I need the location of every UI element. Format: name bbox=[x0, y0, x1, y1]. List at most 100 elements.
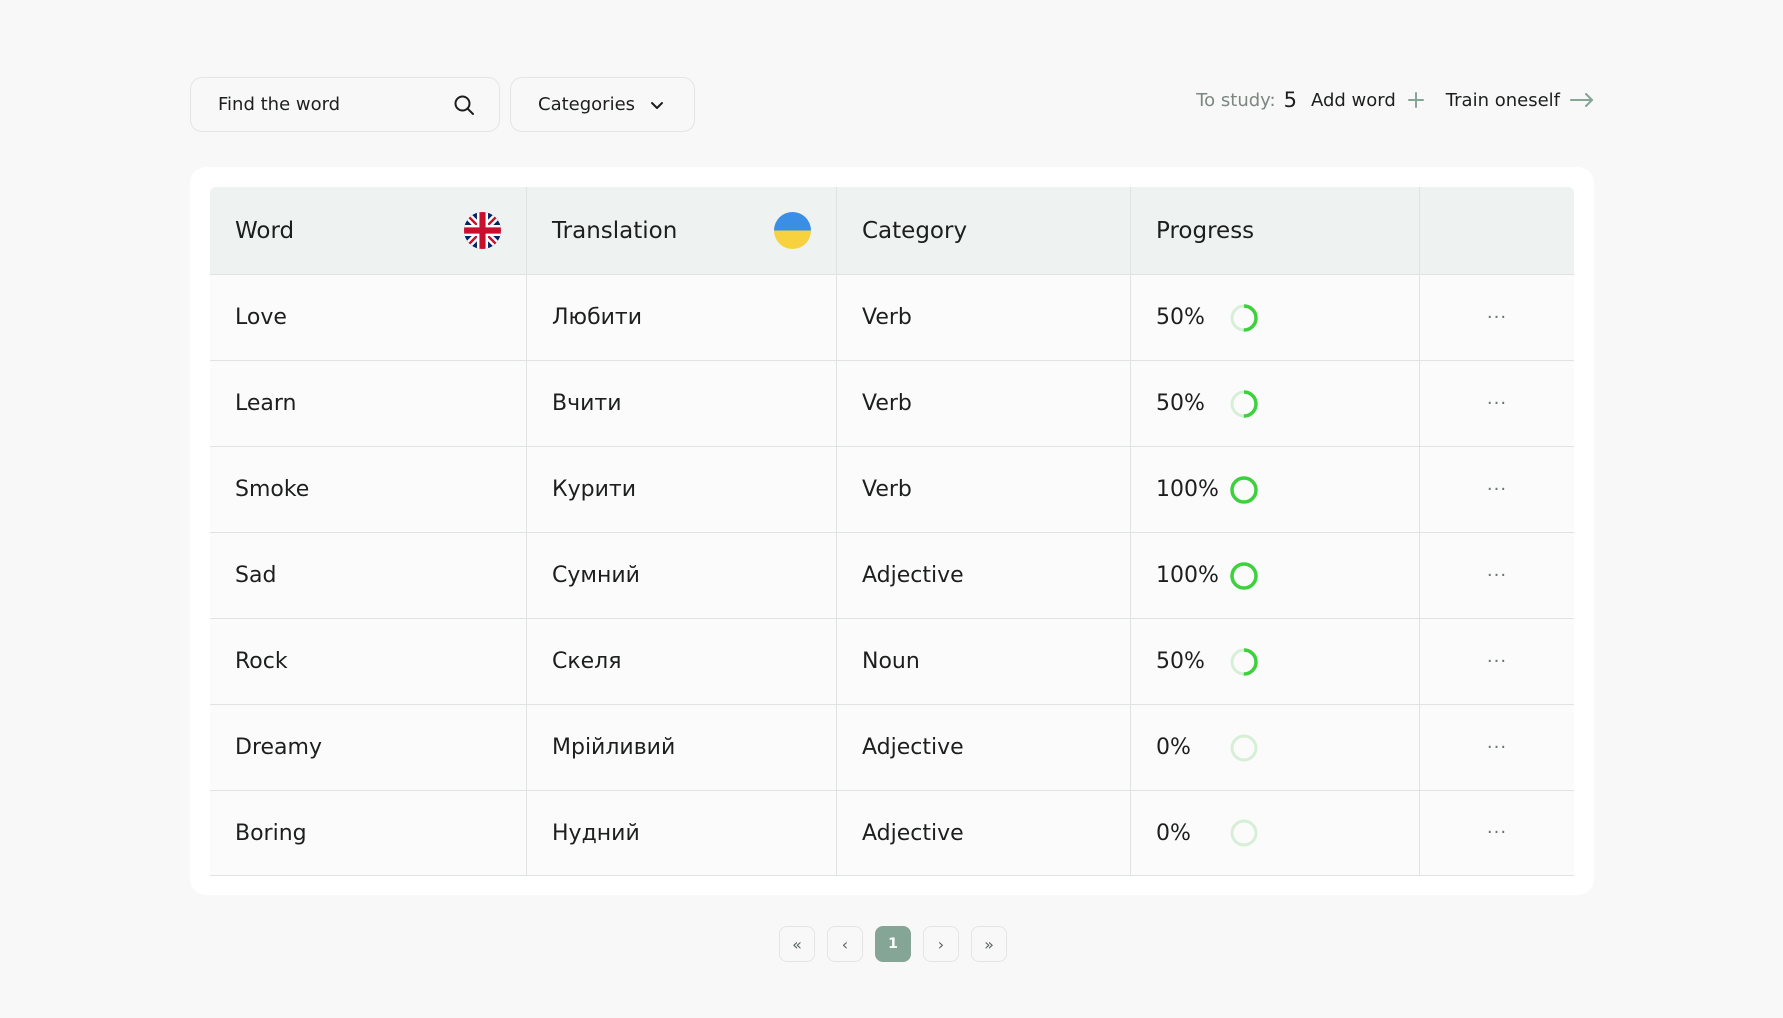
category-cell: Verb bbox=[837, 275, 1131, 360]
progress-percent: 50% bbox=[1156, 649, 1205, 674]
progress-percent: 50% bbox=[1156, 305, 1205, 330]
translation-cell: Вчити bbox=[527, 361, 837, 446]
category-cell: Verb bbox=[837, 361, 1131, 446]
progress-ring-icon bbox=[1229, 818, 1259, 848]
add-word-button[interactable]: Add word bbox=[1311, 90, 1424, 111]
progress-percent: 100% bbox=[1156, 563, 1219, 588]
translation-cell: Скеля bbox=[527, 619, 837, 704]
progress-ring-icon bbox=[1229, 647, 1259, 677]
categories-dropdown[interactable]: Categories bbox=[510, 77, 695, 132]
actions-cell: ··· bbox=[1420, 533, 1574, 618]
column-header-progress: Progress bbox=[1131, 187, 1420, 274]
words-card: Word Translation Category Progress Love … bbox=[190, 167, 1594, 895]
page: Categories To study: 5 Add word bbox=[0, 0, 1783, 1018]
category-cell: Adjective bbox=[837, 791, 1131, 875]
category-cell: Verb bbox=[837, 447, 1131, 532]
toolbar: Categories To study: 5 Add word bbox=[190, 77, 1594, 132]
table-row: Boring Нудний Adjective 0% ··· bbox=[210, 790, 1574, 876]
actions-cell: ··· bbox=[1420, 791, 1574, 875]
actions-cell: ··· bbox=[1420, 361, 1574, 446]
progress-cell: 0% bbox=[1131, 705, 1420, 790]
actions-cell: ··· bbox=[1420, 619, 1574, 704]
progress-ring-icon bbox=[1229, 733, 1259, 763]
pagination: « ‹ 1 › » bbox=[779, 926, 1007, 962]
progress-cell: 50% bbox=[1131, 361, 1420, 446]
progress-cell: 50% bbox=[1131, 275, 1420, 360]
to-study-label: To study: bbox=[1196, 89, 1276, 111]
chevron-down-icon bbox=[649, 97, 665, 113]
table-row: Learn Вчити Verb 50% ··· bbox=[210, 360, 1574, 446]
search-icon[interactable] bbox=[453, 94, 475, 116]
column-header-translation-label: Translation bbox=[552, 217, 678, 244]
train-oneself-button[interactable]: Train oneself bbox=[1446, 90, 1594, 111]
next-page-button[interactable]: › bbox=[923, 926, 959, 962]
more-options-icon[interactable]: ··· bbox=[1479, 475, 1515, 505]
table-row: Sad Сумний Adjective 100% ··· bbox=[210, 532, 1574, 618]
translation-cell: Курити bbox=[527, 447, 837, 532]
word-cell: Smoke bbox=[210, 447, 527, 532]
uk-flag-icon bbox=[464, 212, 501, 249]
translation-cell: Любити bbox=[527, 275, 837, 360]
column-header-category-label: Category bbox=[862, 217, 968, 244]
word-cell: Dreamy bbox=[210, 705, 527, 790]
progress-cell: 0% bbox=[1131, 791, 1420, 875]
progress-ring-icon bbox=[1229, 389, 1259, 419]
word-cell: Love bbox=[210, 275, 527, 360]
search-input[interactable] bbox=[218, 94, 453, 115]
more-options-icon[interactable]: ··· bbox=[1479, 647, 1515, 677]
more-options-icon[interactable]: ··· bbox=[1479, 818, 1515, 848]
table-body: Love Любити Verb 50% ··· Learn Вчити Ver… bbox=[210, 274, 1574, 876]
word-cell: Boring bbox=[210, 791, 527, 875]
progress-percent: 50% bbox=[1156, 391, 1205, 416]
table-header: Word Translation Category Progress bbox=[210, 187, 1574, 274]
column-header-actions bbox=[1420, 187, 1574, 274]
ukraine-flag-icon bbox=[774, 212, 811, 249]
progress-percent: 100% bbox=[1156, 477, 1219, 502]
progress-ring-icon bbox=[1229, 475, 1259, 505]
category-cell: Adjective bbox=[837, 705, 1131, 790]
progress-ring-icon bbox=[1229, 303, 1259, 333]
progress-cell: 100% bbox=[1131, 533, 1420, 618]
column-header-progress-label: Progress bbox=[1156, 217, 1255, 244]
category-cell: Adjective bbox=[837, 533, 1131, 618]
table-row: Love Любити Verb 50% ··· bbox=[210, 274, 1574, 360]
toolbar-actions: To study: 5 Add word Train oneself bbox=[1196, 77, 1594, 123]
word-cell: Learn bbox=[210, 361, 527, 446]
train-oneself-label: Train oneself bbox=[1445, 89, 1560, 111]
prev-page-button[interactable]: ‹ bbox=[827, 926, 863, 962]
word-cell: Rock bbox=[210, 619, 527, 704]
actions-cell: ··· bbox=[1420, 275, 1574, 360]
categories-label: Categories bbox=[538, 94, 636, 115]
column-header-category: Category bbox=[837, 187, 1131, 274]
table-row: Smoke Курити Verb 100% ··· bbox=[210, 446, 1574, 532]
to-study-count: 5 bbox=[1283, 88, 1297, 112]
arrow-right-icon bbox=[1570, 93, 1594, 107]
more-options-icon[interactable]: ··· bbox=[1479, 561, 1515, 591]
more-options-icon[interactable]: ··· bbox=[1479, 389, 1515, 419]
last-page-button[interactable]: » bbox=[971, 926, 1007, 962]
column-header-word-label: Word bbox=[235, 217, 295, 244]
actions-cell: ··· bbox=[1420, 705, 1574, 790]
table-row: Rock Скеля Noun 50% ··· bbox=[210, 618, 1574, 704]
column-header-word: Word bbox=[210, 187, 527, 274]
table-row: Dreamy Мрійливий Adjective 0% ··· bbox=[210, 704, 1574, 790]
more-options-icon[interactable]: ··· bbox=[1479, 303, 1515, 333]
column-header-translation: Translation bbox=[527, 187, 837, 274]
progress-ring-icon bbox=[1229, 561, 1259, 591]
current-page-button[interactable]: 1 bbox=[875, 926, 911, 962]
progress-percent: 0% bbox=[1156, 820, 1191, 846]
word-cell: Sad bbox=[210, 533, 527, 618]
category-cell: Noun bbox=[837, 619, 1131, 704]
plus-icon bbox=[1407, 92, 1424, 108]
actions-cell: ··· bbox=[1420, 447, 1574, 532]
more-options-icon[interactable]: ··· bbox=[1479, 733, 1515, 763]
translation-cell: Мрійливий bbox=[527, 705, 837, 790]
words-table: Word Translation Category Progress Love … bbox=[210, 187, 1574, 876]
search-box[interactable] bbox=[190, 77, 500, 132]
first-page-button[interactable]: « bbox=[779, 926, 815, 962]
progress-cell: 100% bbox=[1131, 447, 1420, 532]
add-word-label: Add word bbox=[1310, 89, 1396, 111]
progress-percent: 0% bbox=[1156, 735, 1191, 760]
translation-cell: Нудний bbox=[527, 791, 837, 875]
progress-cell: 50% bbox=[1131, 619, 1420, 704]
